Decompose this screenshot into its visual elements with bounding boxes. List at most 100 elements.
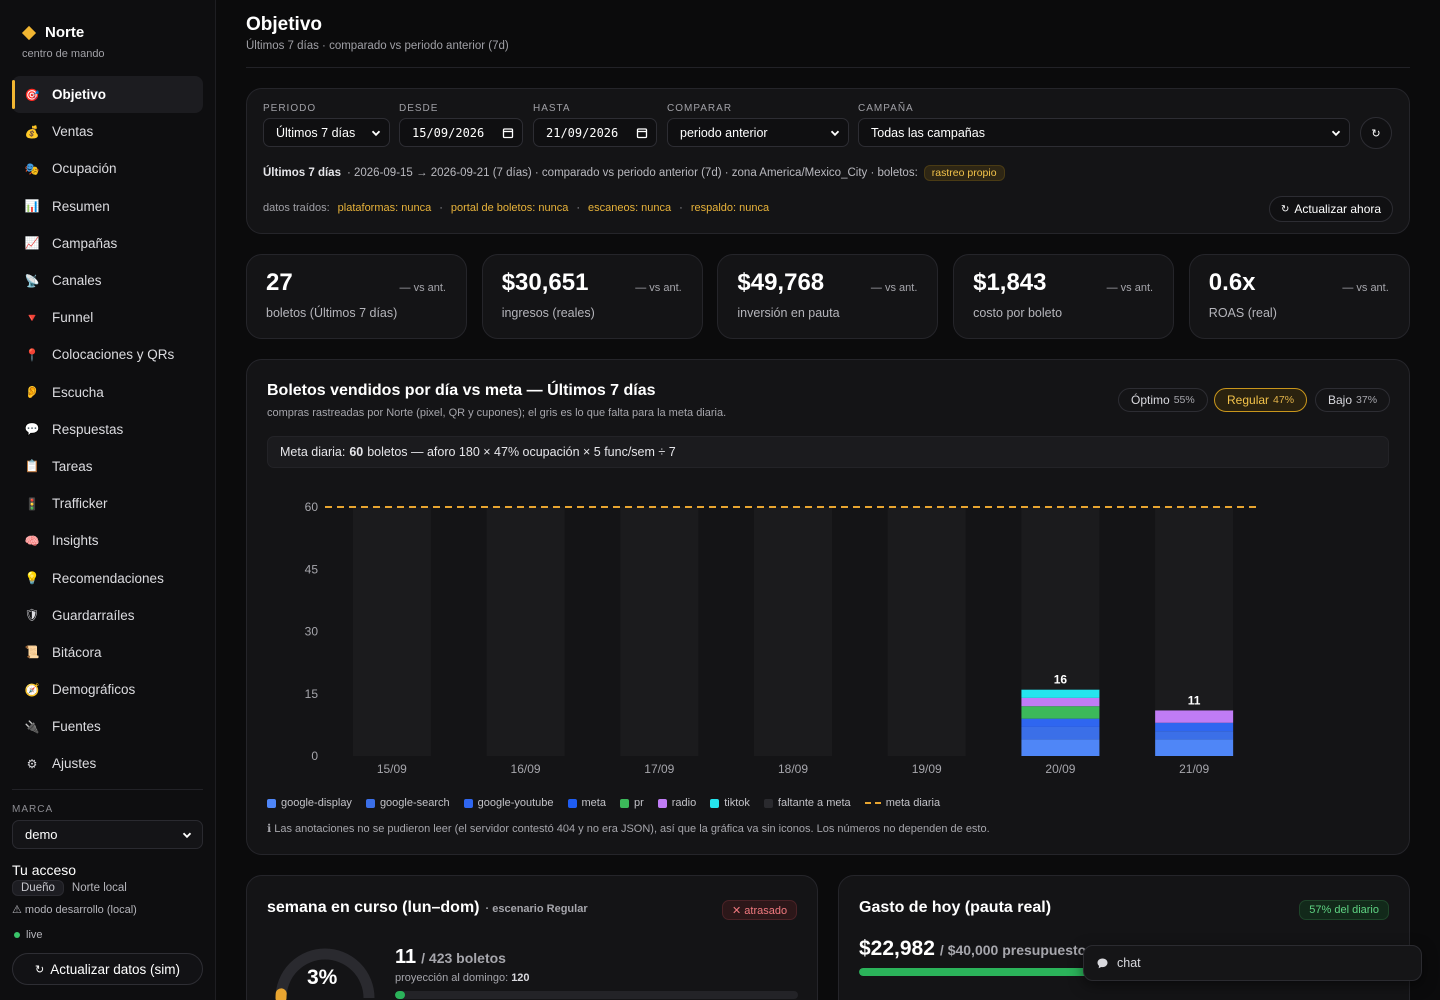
nav-emoji-icon: 🚦 — [24, 496, 40, 511]
brand[interactable]: Norte centro de mando — [21, 24, 105, 60]
legend-swatch — [619, 798, 629, 808]
nav-emoji-icon: 🎭 — [24, 161, 40, 176]
scenario-name: Óptimo — [1131, 393, 1170, 407]
reload-button[interactable]: ↻ — [1360, 117, 1392, 149]
kpi-label: ingresos (reales) — [501, 306, 595, 320]
legend-label: meta diaria — [885, 797, 941, 809]
nav-emoji-icon: 🧠 — [24, 533, 40, 548]
sidebar-item-label: Guardarraíles — [52, 607, 135, 623]
legend-swatch — [267, 798, 276, 808]
legend-item: google-display — [267, 797, 352, 809]
sidebar-item-17[interactable]: 🔌 Fuentes — [12, 708, 203, 745]
update-now-button[interactable]: ↻ Actualizar ahora — [1269, 196, 1393, 222]
hasta-value: 21/09/2026 — [546, 125, 619, 140]
nav-emoji-icon: 💡 — [24, 571, 40, 586]
refresh-data-button[interactable]: ↻ Actualizar datos (sim) — [12, 953, 203, 985]
nav-emoji-icon: 💰 — [24, 124, 40, 139]
sidebar-item-11[interactable]: 🚦 Trafficker — [12, 485, 203, 522]
sidebar-item-4[interactable]: 📈 Campañas — [12, 225, 203, 262]
brand-subtitle: centro de mando — [22, 48, 105, 60]
sidebar-item-8[interactable]: 👂 Escucha — [12, 374, 203, 411]
periodo-select[interactable]: Últimos 7 días — [263, 118, 390, 147]
sidebar-item-label: Demográficos — [52, 682, 136, 698]
bar-segment — [1021, 726, 1100, 740]
nav-emoji-icon: ⚙ — [26, 756, 38, 771]
refresh-icon: ↻ — [34, 963, 45, 976]
hasta-date-input[interactable]: 21/09/2026 — [533, 118, 657, 147]
sidebar-item-label: Tareas — [52, 458, 93, 474]
bar-segment — [1155, 739, 1234, 756]
sidebar-item-15[interactable]: 📜 Bitácora — [12, 634, 203, 671]
week-progress-fill — [395, 991, 406, 999]
spend-badge: 57% del diario — [1299, 900, 1389, 920]
sidebar-item-14[interactable]: 🛡 Guardarraíles — [12, 597, 203, 634]
campana-select[interactable]: Todas las campañas — [858, 118, 1350, 147]
week-progress-card: semana en curso (lun–dom) · escenario Re… — [246, 875, 818, 1000]
nav-emoji-icon: 📍 — [24, 347, 40, 362]
scenario-bajo-button[interactable]: Bajo 37% — [1315, 388, 1391, 412]
desde-date-input[interactable]: 15/09/2026 — [399, 118, 523, 147]
chevron-down-icon — [371, 130, 381, 136]
legend-item: google-youtube — [463, 797, 554, 809]
week-progress-bar — [395, 991, 798, 999]
legend-item: meta — [567, 797, 606, 809]
sidebar-item-5[interactable]: 📡 Canales — [12, 262, 203, 299]
kpi-value: 0.6x — [1208, 269, 1256, 296]
spend-title: Gasto de hoy (pauta real) — [859, 899, 1052, 916]
sidebar-item-7[interactable]: 📍 Colocaciones y QRs — [12, 336, 203, 373]
sidebar-item-13[interactable]: 💡 Recomendaciones — [12, 559, 203, 596]
y-tick-label: 15 — [305, 687, 319, 701]
reload-icon: ↻ — [1371, 127, 1381, 140]
chat-button[interactable]: chat — [1083, 945, 1422, 981]
x-tick-label: 17/09 — [644, 762, 674, 776]
nav-emoji-icon: 🎯 — [24, 87, 40, 102]
kpi-card: 0.6x — vs ant. ROAS (real) — [1188, 254, 1410, 339]
sidebar-item-18[interactable]: ⚙ Ajustes — [12, 745, 203, 782]
chart-legend: google-display google-search google-youtub… — [267, 797, 940, 809]
kpi-value: $49,768 — [737, 269, 825, 296]
x-tick-label: 19/09 — [912, 762, 942, 776]
comparar-select[interactable]: periodo anterior — [667, 118, 849, 147]
scenario-regular-button[interactable]: Regular 47% — [1214, 388, 1308, 412]
fetch-item: plataformas: nunca — [337, 202, 432, 214]
sidebar-item-6[interactable]: 🔻 Funnel — [12, 299, 203, 336]
sidebar-item-0[interactable]: 🎯 Objetivo — [12, 76, 203, 114]
dev-mode-warning: ⚠ modo desarrollo (local) — [12, 904, 137, 916]
sidebar-item-label: Ocupación — [52, 161, 117, 177]
live-dot-icon — [14, 932, 20, 938]
bar-segment — [1021, 507, 1100, 690]
kpi-delta: — vs ant. — [635, 282, 682, 294]
kpi-value: $1,843 — [973, 269, 1047, 296]
refresh-data-label: Actualizar datos (sim) — [50, 961, 180, 977]
bar-total-label: 16 — [1054, 673, 1068, 687]
sidebar-item-3[interactable]: 📊 Resumen — [12, 188, 203, 225]
scenario-optimo-button[interactable]: Óptimo 55% — [1118, 388, 1208, 412]
legend-swatch — [710, 798, 720, 808]
sidebar-item-label: Canales — [52, 273, 102, 289]
sidebar-item-16[interactable]: 🧭 Demográficos — [12, 671, 203, 708]
legend-swatch — [567, 798, 577, 808]
legend-label: google-display — [281, 797, 352, 809]
bar-segment — [754, 507, 832, 756]
sidebar-item-label: Colocaciones y QRs — [52, 347, 175, 363]
tracking-badge: rastreo propio — [923, 165, 1005, 181]
chevron-down-icon — [182, 832, 192, 838]
spend-value: $22,982 — [859, 937, 935, 960]
sidebar-item-12[interactable]: 🧠 Insights — [12, 522, 203, 559]
sidebar-item-9[interactable]: 💬 Respuestas — [12, 411, 203, 448]
bar-segment — [1021, 697, 1100, 707]
sidebar-item-2[interactable]: 🎭 Ocupación — [12, 150, 203, 187]
scenario-name: Bajo — [1328, 393, 1353, 407]
legend-label: pr — [633, 797, 644, 809]
sidebar-item-10[interactable]: 📋 Tareas — [12, 448, 203, 485]
sidebar-item-1[interactable]: 💰 Ventas — [12, 113, 203, 150]
daily-goal-bar: Meta diaria: 60 boletos — aforo 180 × 47… — [267, 436, 1389, 468]
kpi-delta: — vs ant. — [870, 282, 918, 294]
kpi-label: boletos (Últimos 7 días) — [266, 306, 398, 320]
legend-label: faltante a meta — [777, 797, 851, 809]
sidebar-item-label: Insights — [52, 533, 99, 549]
x-tick-label: 15/09 — [377, 762, 407, 776]
sidebar-item-label: Ajustes — [52, 756, 97, 772]
marca-select[interactable]: demo — [12, 820, 203, 849]
kpi-card: 27 — vs ant. boletos (Últimos 7 días) — [246, 254, 467, 339]
